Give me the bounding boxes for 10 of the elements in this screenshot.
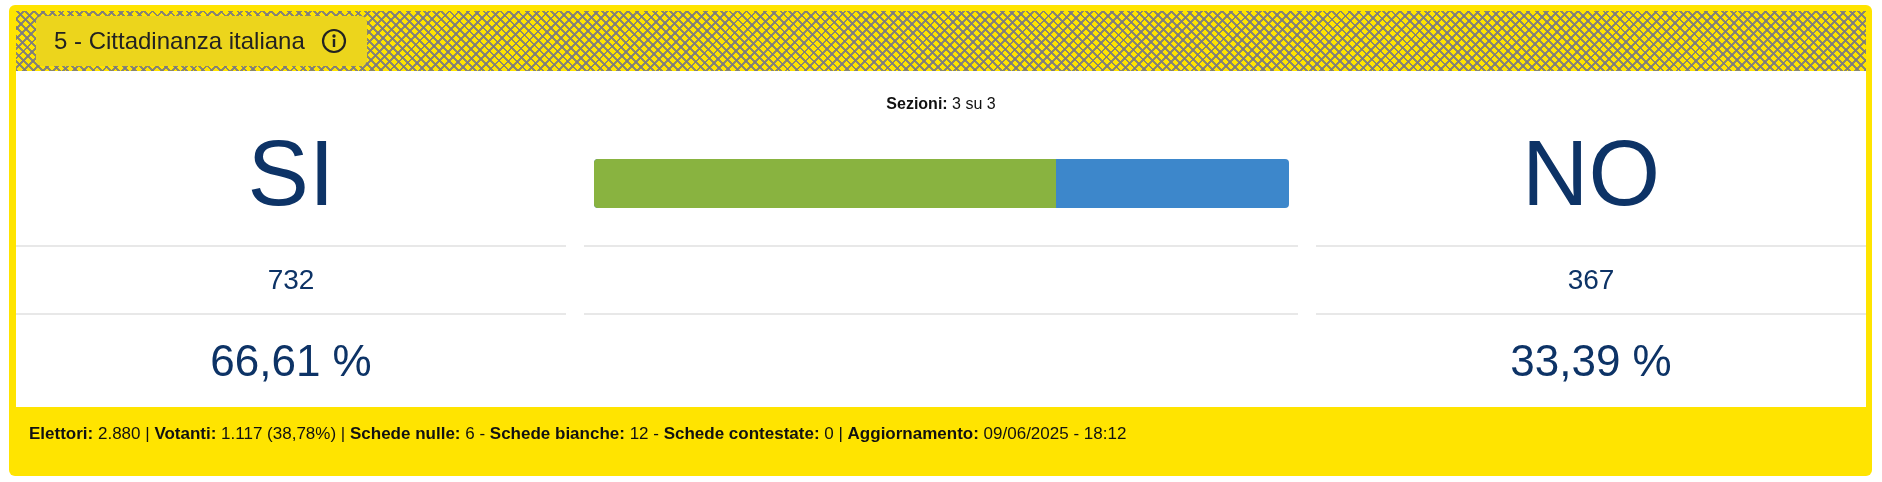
summary-text: Elettori: 2.880 | Votanti: 1.117 (38,78%) | Schede nulle: 6 - Schede bianche: 12 - Schede contestate: 0 | Aggiornamento: 09/06/2025 - 18:12: [29, 424, 1127, 444]
vote-percentage: 66,61 %: [210, 336, 372, 386]
info-icon[interactable]: [320, 28, 347, 54]
vote-count: 732: [267, 264, 315, 296]
option-label: SI: [247, 120, 335, 226]
vote-count: 367: [1567, 264, 1615, 296]
vote-percentage: 33,39 %: [1510, 336, 1672, 386]
sections-count: Sezioni: 3 su 3: [886, 95, 996, 113]
option-label: NO: [1522, 120, 1660, 226]
referendum-title: 5 - Cittadinanza italiana: [54, 27, 305, 55]
